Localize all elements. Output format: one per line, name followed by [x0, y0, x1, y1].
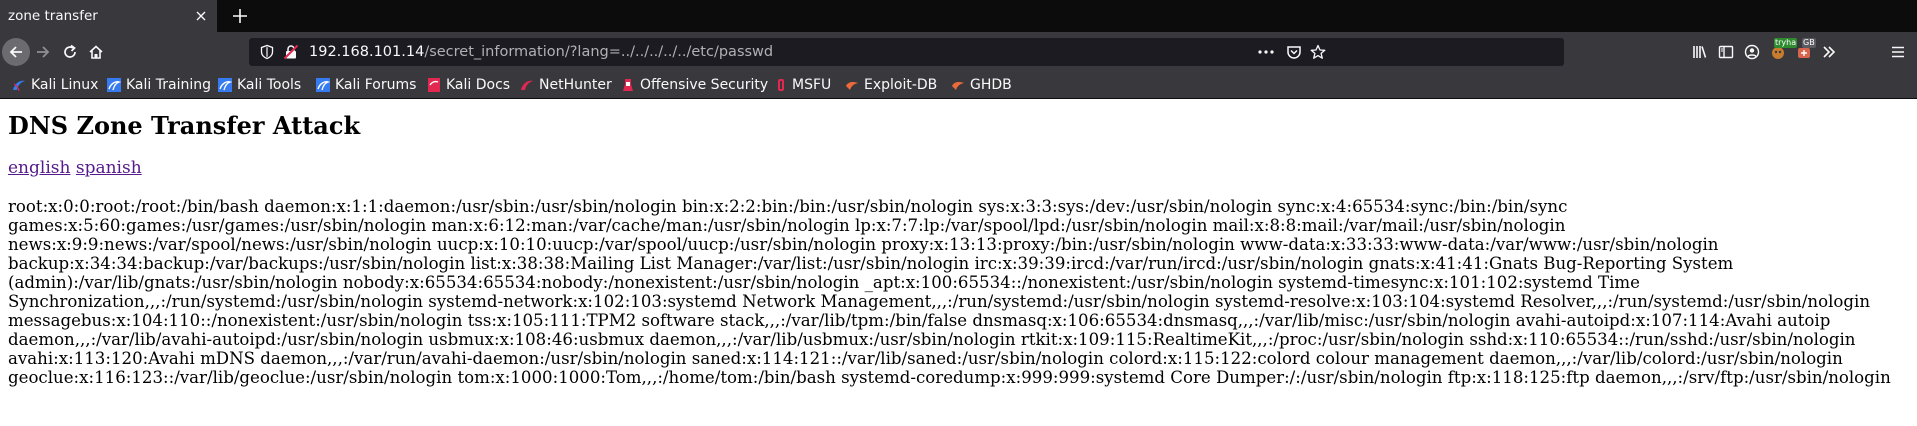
bookmark-label: Kali Linux — [31, 77, 99, 93]
bookmark-label: Kali Forums — [335, 77, 417, 93]
back-button[interactable] — [2, 38, 30, 66]
bookmarks-toolbar: Kali Linux Kali Training Kali Tools Kali… — [0, 72, 1917, 99]
home-button[interactable] — [82, 38, 110, 66]
bookmark-kali-tools[interactable]: Kali Tools — [218, 72, 301, 98]
bookmark-label: Offensive Security — [640, 77, 769, 93]
offsec-icon — [623, 79, 633, 91]
tab-strip: zone transfer — [0, 0, 1917, 32]
bookmark-kali-linux[interactable]: Kali Linux — [12, 72, 98, 98]
bookmark-ghdb[interactable]: GHDB — [951, 72, 1012, 98]
kali-forums-icon — [316, 78, 330, 92]
english-link[interactable]: english — [8, 158, 70, 178]
kali-training-icon — [107, 78, 121, 92]
tab-title: zone transfer — [8, 8, 98, 24]
extension-icon[interactable]: GB — [1790, 38, 1818, 66]
pocket-icon[interactable] — [1286, 44, 1302, 64]
forward-button[interactable] — [29, 38, 57, 66]
navigation-toolbar: 192.168.101.14/secret_information/?lang=… — [0, 32, 1917, 72]
passwd-file-contents: root:x:0:0:root:/root:/bin/bash daemon:x… — [8, 197, 1891, 387]
spanish-link[interactable]: spanish — [76, 158, 142, 178]
hamburger-menu-icon[interactable] — [1884, 38, 1912, 66]
bookmark-label: Kali Tools — [237, 77, 302, 93]
page-content: DNS Zone Transfer Attack english spanish… — [0, 99, 1917, 387]
insecure-connection-lock-icon[interactable] — [283, 44, 299, 64]
language-links: english spanish — [8, 157, 1909, 179]
bookmark-label: NetHunter — [539, 77, 612, 93]
msfu-icon — [778, 79, 784, 91]
ghdb-icon — [952, 82, 964, 90]
kali-icon — [13, 80, 25, 92]
nethunter-icon — [521, 80, 533, 90]
account-icon[interactable] — [1738, 38, 1766, 66]
kali-docs-icon — [428, 78, 440, 92]
url-host: 192.168.101.14 — [309, 44, 425, 60]
bookmark-exploit-db[interactable]: Exploit-DB — [845, 72, 937, 98]
bookmark-kali-forums[interactable]: Kali Forums — [316, 72, 416, 98]
bookmark-star-icon[interactable] — [1310, 44, 1326, 64]
url-text[interactable]: 192.168.101.14/secret_information/?lang=… — [309, 38, 773, 66]
url-path: /secret_information/?lang=../../../../..… — [424, 44, 774, 60]
tab-zone-transfer[interactable]: zone transfer — [0, 0, 217, 32]
tryhackme-extension-icon[interactable]: tryha — [1764, 38, 1798, 66]
tracking-protection-shield-icon[interactable] — [259, 44, 275, 64]
library-icon[interactable] — [1686, 38, 1714, 66]
bookmark-label: GHDB — [970, 77, 1012, 93]
url-bar[interactable]: 192.168.101.14/secret_information/?lang=… — [249, 38, 1564, 66]
extension-badge: GB — [1802, 38, 1816, 48]
exploitdb-icon — [846, 82, 858, 90]
bookmark-kali-training[interactable]: Kali Training — [107, 72, 211, 98]
bookmark-msfu[interactable]: MSFU — [775, 72, 831, 98]
bookmark-label: Kali Docs — [446, 77, 511, 93]
reload-button[interactable] — [56, 38, 84, 66]
kali-tools-icon — [218, 78, 232, 92]
sidebar-toggle-icon[interactable] — [1712, 38, 1740, 66]
bookmark-label: MSFU — [792, 77, 832, 93]
bookmark-label: Kali Training — [126, 77, 211, 93]
bookmark-kali-docs[interactable]: Kali Docs — [427, 72, 510, 98]
overflow-menu-icon[interactable] — [1815, 38, 1843, 66]
close-tab-icon[interactable] — [191, 6, 211, 26]
bookmark-nethunter[interactable]: NetHunter — [520, 72, 612, 98]
page-actions-icon[interactable] — [1257, 44, 1275, 64]
page-heading: DNS Zone Transfer Attack — [8, 111, 361, 140]
new-tab-button[interactable] — [228, 4, 252, 28]
bookmark-offensive-security[interactable]: Offensive Security — [621, 72, 768, 98]
bookmark-label: Exploit-DB — [864, 77, 938, 93]
